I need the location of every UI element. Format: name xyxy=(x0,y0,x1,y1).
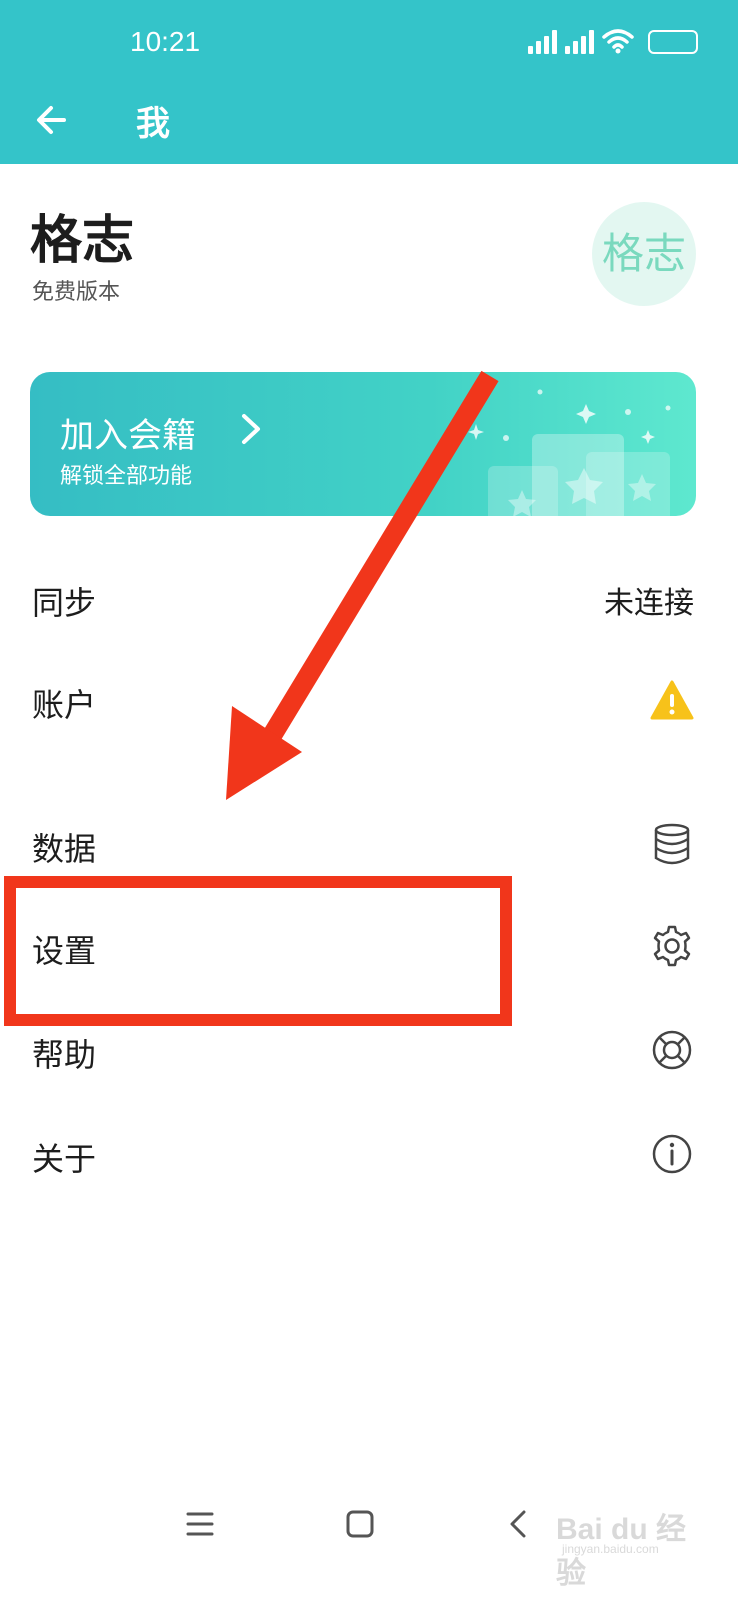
status-time: 10:21 xyxy=(130,26,201,57)
menu-label-about: 关于 xyxy=(32,1140,97,1178)
lifebuoy-icon xyxy=(652,1030,692,1070)
menu-icon[interactable] xyxy=(180,1504,220,1544)
menu-label-account: 账户 xyxy=(32,686,97,724)
database-icon xyxy=(654,823,690,865)
menu-label-sync: 同步 xyxy=(32,584,97,622)
baidu-watermark: Bai du 经验 jingyan.baidu.com xyxy=(550,1500,700,1590)
avatar[interactable]: 格志 xyxy=(592,202,696,306)
profile-name: 格志 xyxy=(30,211,135,271)
menu-row-sync[interactable]: 同步 未连接 xyxy=(0,552,738,648)
annotation-highlight-box xyxy=(4,876,512,1026)
home-icon[interactable] xyxy=(340,1504,380,1544)
banner-subtitle: 解锁全部功能 xyxy=(60,464,193,489)
back-arrow-icon[interactable] xyxy=(30,98,74,142)
info-icon xyxy=(652,1134,692,1174)
status-icons: 79 xyxy=(528,28,698,54)
battery-icon: 79 xyxy=(648,30,698,54)
wifi-icon xyxy=(602,29,634,54)
banner-title: 加入会籍 xyxy=(60,416,196,456)
menu-label-data: 数据 xyxy=(32,830,97,868)
warning-icon xyxy=(650,680,694,720)
signal-2-icon xyxy=(565,30,594,54)
watermark-sub: jingyan.baidu.com xyxy=(562,1542,659,1556)
status-bar: 10:21 79 xyxy=(0,0,738,80)
signal-1-icon xyxy=(528,30,557,54)
menu-row-about[interactable]: 关于 xyxy=(0,1108,738,1204)
page-title: 我 xyxy=(136,104,170,144)
gear-icon xyxy=(653,925,691,967)
membership-banner[interactable]: 加入会籍 解锁全部功能 xyxy=(30,372,696,516)
profile-plan: 免费版本 xyxy=(32,280,121,305)
menu-row-account[interactable]: 账户 xyxy=(0,654,738,750)
sparkle-decoration-icon xyxy=(468,389,671,516)
menu-label-help: 帮助 xyxy=(32,1036,97,1074)
sync-status: 未连接 xyxy=(604,586,694,621)
app-bar: 我 xyxy=(0,80,738,164)
battery-level: 79 xyxy=(664,33,682,50)
chevron-right-icon xyxy=(242,414,260,444)
back-icon[interactable] xyxy=(498,1504,538,1544)
